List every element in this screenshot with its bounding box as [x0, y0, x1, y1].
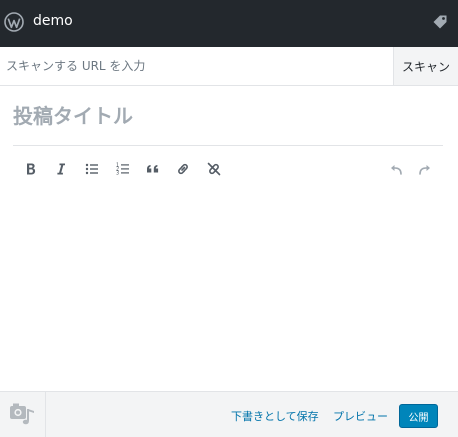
undo-icon[interactable]	[384, 157, 408, 181]
footer-bar: 下書きとして保存 プレビュー 公開	[0, 391, 458, 437]
scan-url-input[interactable]	[0, 47, 393, 85]
numbered-list-icon[interactable]: 1 2 3	[111, 157, 135, 181]
format-toolbar: 1 2 3	[13, 155, 443, 183]
link-icon[interactable]	[171, 157, 195, 181]
scan-bar: スキャン	[0, 47, 458, 86]
wordpress-logo-icon[interactable]	[4, 12, 24, 32]
preview-link[interactable]: プレビュー	[333, 408, 388, 424]
unlink-icon[interactable]	[202, 157, 226, 181]
bulleted-list-icon[interactable]	[80, 157, 104, 181]
tag-icon[interactable]	[430, 12, 450, 32]
quote-icon[interactable]	[141, 157, 165, 181]
post-title-input[interactable]	[13, 101, 443, 131]
italic-icon[interactable]	[49, 157, 73, 181]
post-content-editor[interactable]	[13, 190, 443, 385]
svg-text:3: 3	[116, 171, 119, 177]
bold-icon[interactable]	[19, 157, 43, 181]
media-icon[interactable]	[0, 392, 46, 437]
publish-button[interactable]: 公開	[399, 404, 438, 428]
redo-icon[interactable]	[413, 157, 437, 181]
site-name[interactable]: demo	[33, 13, 73, 29]
title-divider	[13, 145, 443, 146]
scan-button[interactable]: スキャン	[393, 47, 458, 85]
top-bar: demo	[0, 0, 458, 47]
save-draft-link[interactable]: 下書きとして保存	[231, 408, 319, 424]
